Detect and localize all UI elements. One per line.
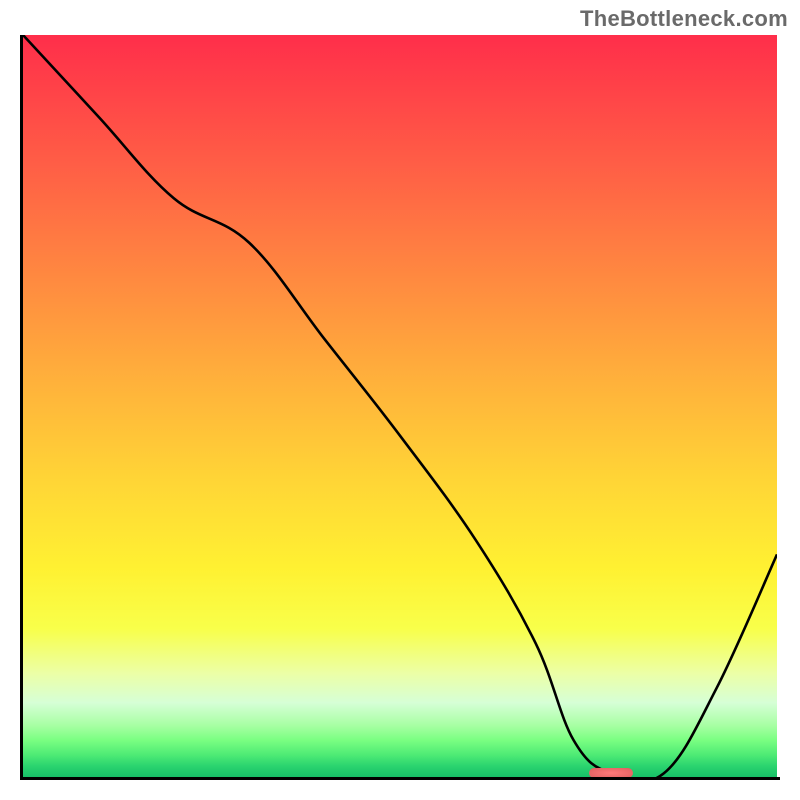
attribution-text: TheBottleneck.com — [580, 6, 788, 32]
axes-frame — [20, 35, 780, 780]
plot-area — [20, 35, 780, 780]
chart-canvas: TheBottleneck.com — [0, 0, 800, 800]
